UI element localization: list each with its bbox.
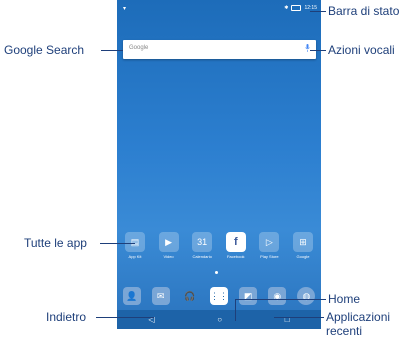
app-label: Calendario — [192, 254, 212, 259]
back-callout: Indietro — [46, 310, 87, 324]
app-label: App Kit — [128, 254, 142, 259]
page-indicator — [215, 271, 218, 274]
all-apps-icon[interactable]: ⋮⋮ — [209, 287, 228, 305]
navigation-bar: ◁ ○ □ — [117, 310, 321, 329]
google-search-bar[interactable]: Google — [123, 40, 316, 59]
voice-actions-callout: Azioni vocali — [328, 43, 395, 57]
bluetooth-icon: ✱ — [284, 5, 289, 11]
dock: 👤 ✉ 🎧 ⋮⋮ ◩ ◉ ◍ — [117, 282, 321, 310]
app-calendar[interactable]: 31 Calendario — [188, 232, 216, 259]
app-google-folder[interactable]: ⊞ Google — [289, 232, 317, 259]
callout-line — [235, 299, 326, 300]
callout-line — [274, 317, 324, 318]
recent-apps-callout: Applicazioni recenti — [326, 310, 391, 338]
browser-icon[interactable]: ◍ — [297, 287, 316, 305]
home-button[interactable]: ○ — [217, 315, 222, 324]
app-video[interactable]: ▶ Video — [155, 232, 183, 259]
google-folder-icon: ⊞ — [292, 232, 313, 252]
callout-line — [100, 243, 135, 244]
play-store-icon: ▷ — [259, 232, 280, 252]
camera-icon[interactable]: ◉ — [268, 287, 287, 305]
search-label: Google — [129, 45, 149, 51]
callout-line — [310, 50, 326, 51]
gallery-icon[interactable]: ◩ — [239, 287, 258, 305]
app-play-store[interactable]: ▷ Play Store — [255, 232, 283, 259]
app-facebook[interactable]: f Facebook — [222, 232, 250, 259]
app-label: Google — [296, 254, 310, 259]
facebook-icon: f — [225, 232, 246, 252]
status-bar[interactable]: ▾ ✱ 12:15 — [117, 0, 321, 22]
app-label: Facebook — [226, 254, 245, 259]
status-bar-callout: Barra di stato — [328, 4, 400, 18]
battery-icon — [291, 5, 302, 11]
callout-line — [235, 299, 236, 321]
app-app-kit[interactable]: ▤ App Kit — [121, 232, 149, 259]
app-row: ▤ App Kit ▶ Video 31 Calendario f Facebo… — [121, 232, 317, 259]
contacts-icon[interactable]: 👤 — [122, 287, 141, 305]
android-icon: ▾ — [123, 6, 127, 12]
home-callout: Home — [328, 292, 361, 306]
callout-line — [310, 11, 326, 12]
music-icon[interactable]: 🎧 — [181, 287, 199, 305]
app-label: Play Store — [260, 254, 279, 259]
phone-screen: ▾ ✱ 12:15 Google ▤ App Kit ▶ Video 31 Ca… — [117, 0, 321, 329]
calendar-icon: 31 — [192, 232, 213, 252]
messages-icon[interactable]: ✉ — [151, 287, 170, 305]
app-kit-icon: ▤ — [125, 232, 145, 252]
app-label: Video — [163, 254, 174, 259]
callout-line — [101, 50, 123, 51]
google-search-callout: Google Search — [4, 43, 85, 57]
callout-line — [96, 317, 154, 318]
all-apps-callout: Tutte le app — [24, 236, 87, 250]
video-icon: ▶ — [158, 232, 179, 252]
